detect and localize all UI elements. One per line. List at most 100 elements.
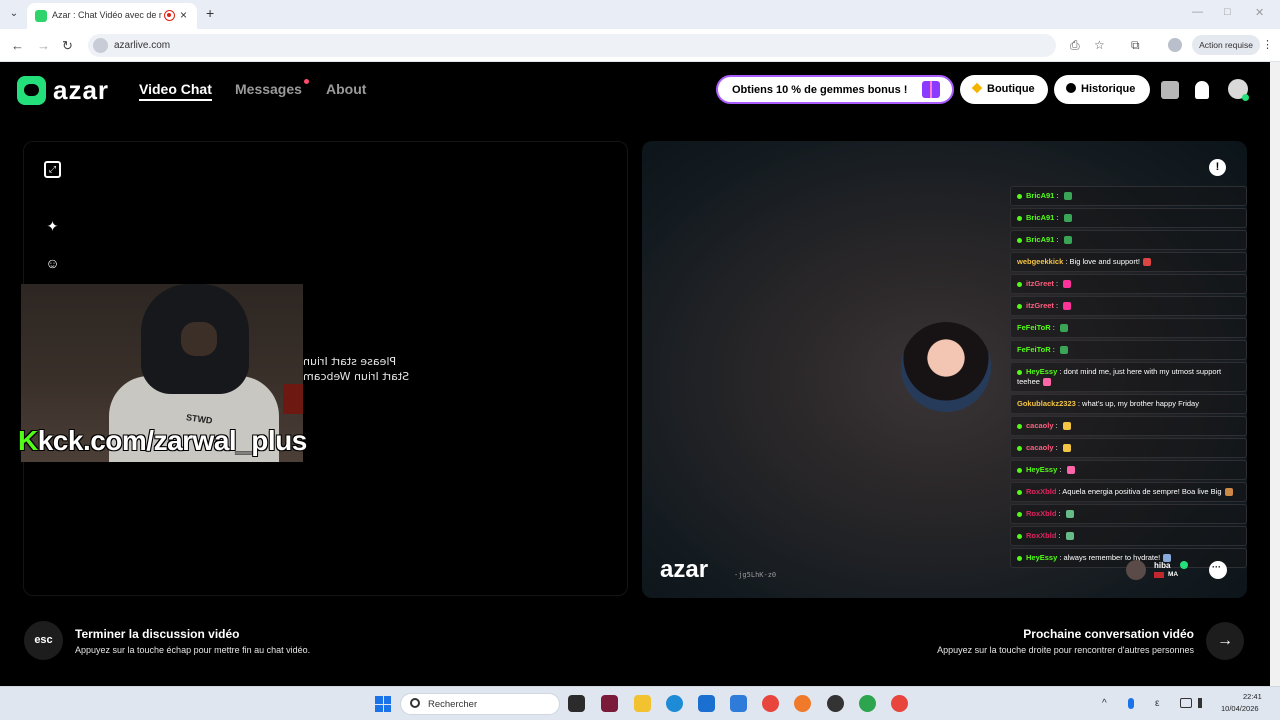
- chat-message: cacaoly :: [1010, 438, 1247, 458]
- install-app-icon[interactable]: ⎙: [1070, 38, 1080, 53]
- stream-chat-overlay: BricA91 : BricA91 : BricA91 : webgeekkic…: [1010, 186, 1247, 570]
- chat-text: what's up, my brother happy Friday: [1082, 399, 1199, 408]
- mirrored-overlay-line1: Please start Iriun: [303, 355, 397, 368]
- emoji-filter-icon[interactable]: ☺: [44, 255, 61, 272]
- tray-keyboard-icon[interactable]: ε: [1155, 698, 1159, 709]
- chrome-profile-2-icon[interactable]: [891, 695, 908, 712]
- morocco-flag-icon: [1154, 572, 1164, 578]
- tab-search-button[interactable]: ⌄: [6, 6, 22, 22]
- volume-icon[interactable]: [1198, 698, 1209, 708]
- windows-taskbar: Rechercher ^ ε 22:41 10/04/2026: [0, 686, 1280, 720]
- back-button[interactable]: ←: [11, 38, 24, 53]
- window-close-button[interactable]: ✕: [1255, 6, 1264, 19]
- chat-username: BricA91: [1026, 213, 1055, 222]
- chat-message: HeyEssy : dont mind me, just here with m…: [1010, 362, 1247, 392]
- chat-separator: :: [1053, 301, 1061, 310]
- chat-separator: :: [1050, 345, 1057, 354]
- azar-logo-icon[interactable]: [17, 76, 46, 105]
- chat-username: HeyEssy: [1026, 367, 1058, 376]
- chat-badge-icon: [1017, 511, 1022, 517]
- chat-badge-icon: [1017, 555, 1022, 561]
- chat-badge-icon: [1017, 281, 1022, 287]
- chrome-icon[interactable]: [762, 695, 779, 712]
- nav-about[interactable]: About: [326, 81, 366, 97]
- forward-button[interactable]: →: [37, 38, 50, 53]
- partner-video-panel: ! BricA91 : BricA91 : BricA91 : webgeekk…: [642, 141, 1247, 598]
- magic-wand-icon[interactable]: ✦: [44, 218, 61, 235]
- partner-mini-avatar[interactable]: [1126, 560, 1146, 580]
- chat-separator: :: [1053, 421, 1060, 430]
- nav-video-chat[interactable]: Video Chat: [139, 81, 212, 101]
- chat-emote-icon: [1066, 466, 1075, 475]
- chat-separator: :: [1056, 531, 1063, 540]
- chat-username: HeyEssy: [1026, 465, 1058, 474]
- chat-username: HeyEssy: [1026, 553, 1058, 562]
- browser-tab-bar: ⌄ Azar : Chat Vidéo avec de n × + — □ ✕: [0, 0, 1280, 29]
- chat-emote-icon: [1063, 214, 1072, 223]
- reload-button[interactable]: ↻: [62, 38, 73, 54]
- shop-label: Boutique: [987, 83, 1035, 95]
- history-button[interactable]: Historique: [1054, 75, 1150, 104]
- inventory-box-icon[interactable]: [1161, 81, 1179, 99]
- expand-icon[interactable]: ⤢: [44, 161, 61, 178]
- page-scrollbar[interactable]: [1270, 62, 1280, 686]
- recording-icon: [164, 10, 175, 21]
- chat-message: BricA91 :: [1010, 186, 1247, 206]
- app-icon-red[interactable]: [601, 695, 618, 712]
- taskbar-search-placeholder: Rechercher: [428, 699, 478, 710]
- clock-time[interactable]: 22:41: [1243, 692, 1262, 701]
- browser-tab-azar[interactable]: Azar : Chat Vidéo avec de n ×: [27, 3, 197, 29]
- taskbar-search[interactable]: Rechercher: [400, 693, 560, 715]
- minimize-button[interactable]: —: [1192, 6, 1203, 18]
- azar-watermark-logo: azar: [660, 556, 709, 583]
- chat-message: RoxXbld :: [1010, 526, 1247, 546]
- maximize-button[interactable]: □: [1224, 6, 1231, 18]
- chat-message: webgeekkick : Big love and support!: [1010, 252, 1247, 272]
- obs-icon[interactable]: [827, 695, 844, 712]
- shop-button[interactable]: Boutique: [960, 75, 1048, 104]
- browser-menu-icon[interactable]: ⋮: [1262, 38, 1273, 51]
- bookmark-star-icon[interactable]: ☆: [1094, 38, 1105, 52]
- chat-badge-icon: [1017, 237, 1022, 243]
- chat-username: itzGreet: [1026, 279, 1054, 288]
- action-required-button[interactable]: Action requise: [1192, 35, 1260, 55]
- task-view-icon[interactable]: [568, 695, 585, 712]
- nav-messages[interactable]: Messages: [235, 81, 302, 97]
- mail-icon[interactable]: [730, 695, 747, 712]
- extensions-icon[interactable]: ⧉: [1131, 38, 1140, 53]
- microphone-app-icon[interactable]: [794, 695, 811, 712]
- chat-bubble-icon[interactable]: [1209, 561, 1227, 579]
- edge-browser-icon[interactable]: [666, 695, 683, 712]
- chat-badge-icon: [1017, 467, 1022, 473]
- next-chat-button[interactable]: →: [1206, 622, 1244, 660]
- chat-username: itzGreet: [1026, 301, 1054, 310]
- azar-logo-text[interactable]: azar: [53, 75, 109, 106]
- windows-start-icon[interactable]: [375, 696, 391, 712]
- file-explorer-icon[interactable]: [634, 695, 651, 712]
- tab-close-button[interactable]: ×: [180, 8, 187, 22]
- chat-badge-icon: [1017, 369, 1022, 375]
- store-icon[interactable]: [698, 695, 715, 712]
- tray-chevron-icon[interactable]: ^: [1102, 698, 1107, 709]
- browser-profile-avatar[interactable]: [1168, 38, 1182, 52]
- network-icon[interactable]: [1180, 698, 1192, 708]
- tray-mic-icon[interactable]: [1128, 698, 1134, 709]
- online-status-badge: [1242, 94, 1249, 101]
- report-icon[interactable]: !: [1209, 159, 1226, 176]
- verified-badge-icon: [1180, 561, 1188, 569]
- end-chat-esc-button[interactable]: esc: [24, 621, 63, 660]
- gem-icon: [971, 82, 983, 94]
- chat-separator: :: [1053, 279, 1061, 288]
- chat-username: RoxXbld: [1026, 509, 1057, 518]
- site-info-icon[interactable]: [93, 38, 108, 53]
- notification-bell-icon[interactable]: [1195, 81, 1209, 99]
- clock-date[interactable]: 10/04/2026: [1221, 704, 1259, 713]
- chrome-profile-icon[interactable]: [859, 695, 876, 712]
- chat-separator: :: [1056, 509, 1063, 518]
- chat-emote-icon: [1065, 510, 1074, 519]
- chat-username: BricA91: [1026, 235, 1055, 244]
- new-tab-button[interactable]: +: [206, 5, 214, 21]
- chat-message: BricA91 :: [1010, 230, 1247, 250]
- gem-bonus-promo-button[interactable]: Obtiens 10 % de gemmes bonus !: [716, 75, 954, 104]
- url-field[interactable]: azarlive.com: [88, 34, 1056, 57]
